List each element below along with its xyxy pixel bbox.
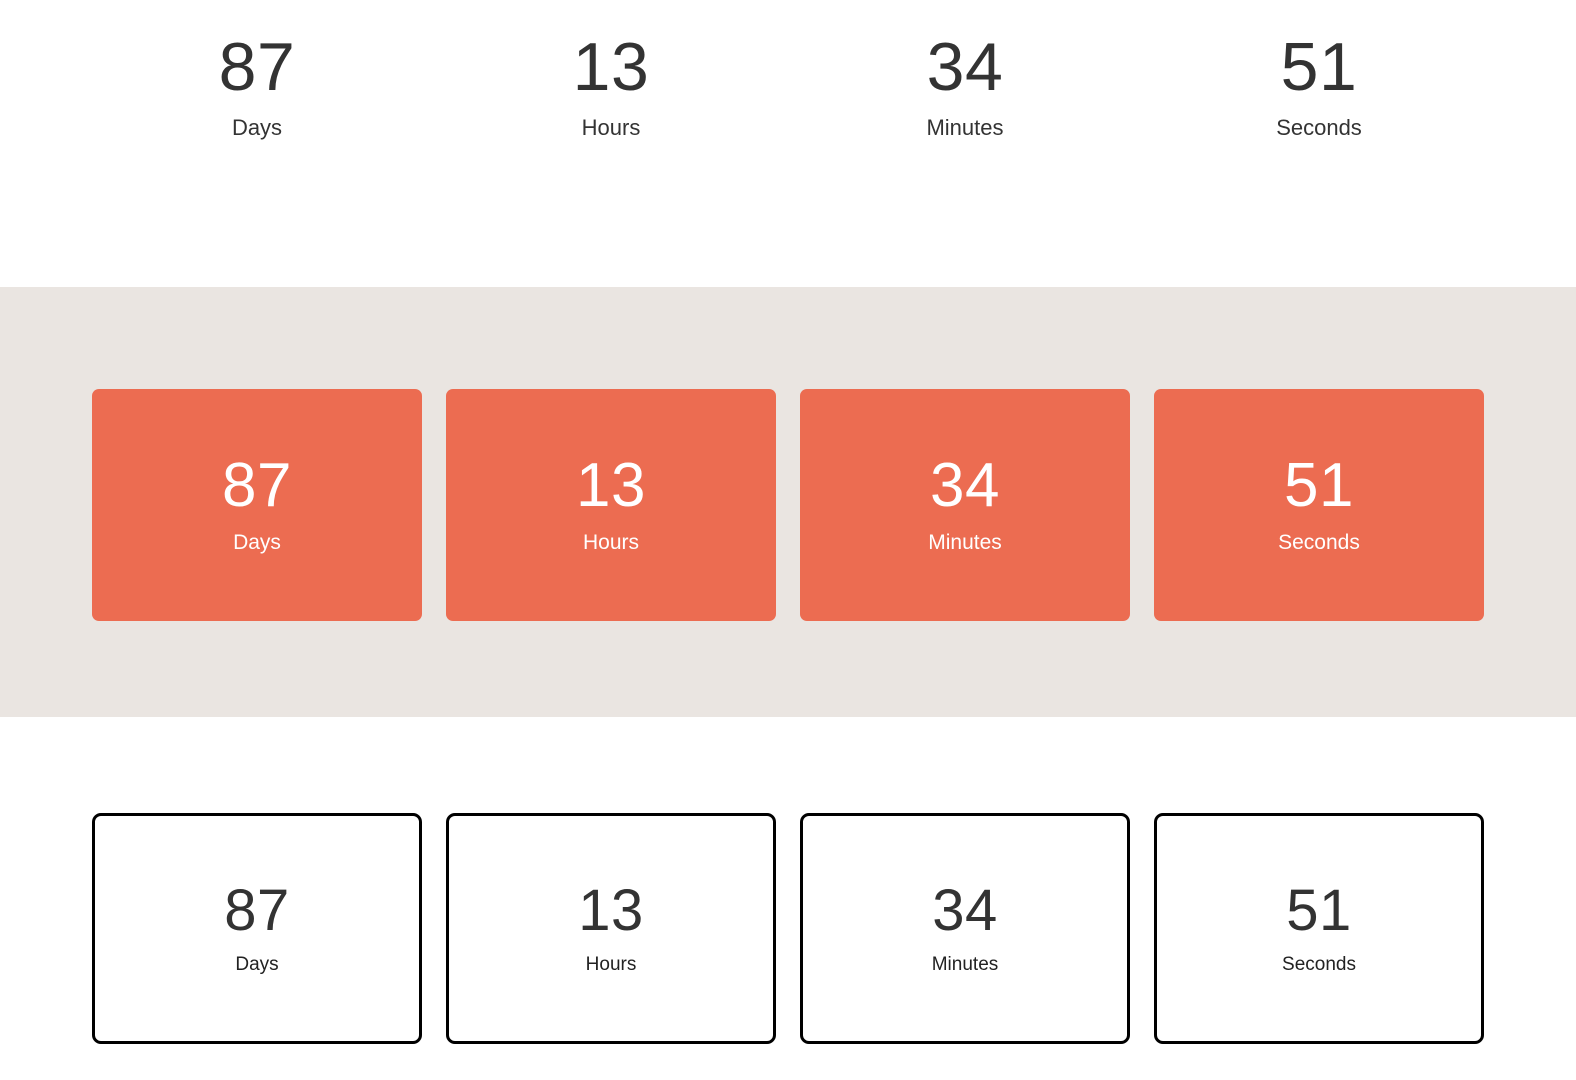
countdown-label-days: Days	[231, 115, 283, 141]
countdown-label-days: Days	[235, 953, 279, 975]
countdown-label-seconds: Seconds	[1282, 953, 1356, 975]
countdown-label-minutes: Minutes	[928, 530, 1002, 554]
countdown-value-minutes: 34	[926, 28, 1004, 105]
countdown-card-days: 87 Days	[92, 813, 422, 1044]
countdown-unit-hours: 13 Hours	[446, 22, 776, 152]
countdown-card-hours: 13 Hours	[446, 813, 776, 1044]
countdown-card-hours: 13 Hours	[446, 389, 776, 621]
countdown-value-hours: 13	[572, 28, 650, 105]
countdown-label-hours: Hours	[581, 115, 641, 141]
countdown-label-hours: Hours	[585, 953, 637, 975]
countdown-label-seconds: Seconds	[1276, 115, 1362, 141]
countdown-timer-filled: 87 Days 13 Hours 34 Minutes 51 Seconds	[92, 389, 1484, 621]
countdown-label-hours: Hours	[582, 530, 640, 554]
countdown-label-minutes: Minutes	[931, 953, 999, 975]
countdown-value-hours: 13	[576, 451, 646, 521]
countdown-value-days: 87	[218, 28, 296, 105]
countdown-label-days: Days	[233, 530, 281, 554]
countdown-card-seconds: 51 Seconds	[1154, 813, 1484, 1044]
countdown-unit-minutes: 34 Minutes	[800, 22, 1130, 152]
countdown-unit-seconds: 51 Seconds	[1154, 22, 1484, 152]
countdown-card-days: 87 Days	[92, 389, 422, 621]
countdown-unit-days: 87 Days	[92, 22, 422, 152]
countdown-value-minutes: 34	[930, 451, 1000, 521]
countdown-value-days: 87	[224, 878, 290, 944]
countdown-timer-plain: 87 Days 13 Hours 34 Minutes 51 Seconds	[92, 22, 1484, 152]
countdown-timer-outlined: 87 Days 13 Hours 34 Minutes 51 Seconds	[92, 813, 1484, 1044]
countdown-value-seconds: 51	[1284, 451, 1354, 521]
countdown-value-seconds: 51	[1280, 28, 1358, 105]
countdown-card-minutes: 34 Minutes	[800, 813, 1130, 1044]
countdown-value-minutes: 34	[932, 878, 998, 944]
countdown-value-hours: 13	[578, 878, 644, 944]
countdown-label-seconds: Seconds	[1278, 530, 1360, 554]
countdown-card-minutes: 34 Minutes	[800, 389, 1130, 621]
countdown-value-seconds: 51	[1286, 878, 1352, 944]
countdown-label-minutes: Minutes	[926, 115, 1004, 141]
countdown-card-seconds: 51 Seconds	[1154, 389, 1484, 621]
countdown-value-days: 87	[222, 451, 292, 521]
